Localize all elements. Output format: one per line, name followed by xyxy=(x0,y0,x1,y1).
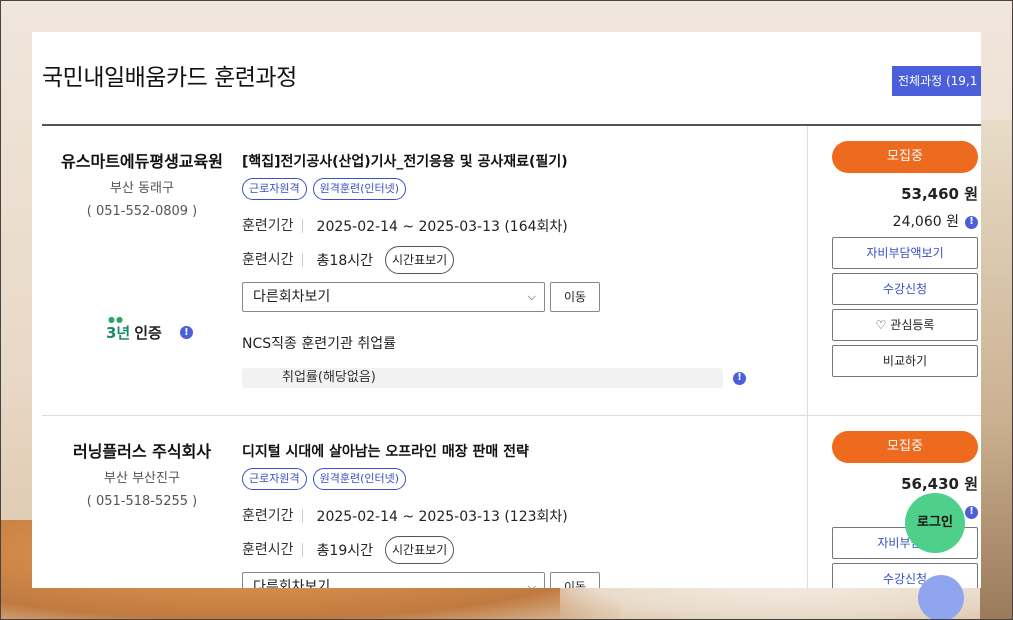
hours-label: 훈련시간 xyxy=(242,543,303,557)
course-details: 디지털 시대에 살아남는 오프라인 매장 판매 전략 근로자원격 원격훈련(인터… xyxy=(242,442,802,588)
price-self-row: 24,060 원 ! xyxy=(832,211,978,233)
apply-button[interactable]: 수강신청 xyxy=(832,273,978,305)
status-badge: 모집중 xyxy=(832,431,978,463)
price-total: 56,430 원 xyxy=(901,475,978,493)
price-self: 24,060 원 xyxy=(892,214,959,230)
course-card: 유스마트에듀평생교육원 부산 동래구 ( 051-552-0809 ) ●● 3년… xyxy=(42,126,981,416)
session-select-value: 다른회차보기 xyxy=(253,289,331,305)
page-title: 국민내일배움카드 훈련과정 xyxy=(42,65,297,91)
tab-all-courses[interactable]: 전체과정 (19,1 xyxy=(892,66,981,96)
course-actions: 모집중 53,460 원 24,060 원 ! 자비부담액보기 수강신청 ♡ 관심… xyxy=(832,141,978,377)
training-period: 훈련기간 2025-02-14 ~ 2025-03-13 (123회차) xyxy=(242,504,802,528)
wishlist-button[interactable]: ♡ 관심등록 xyxy=(832,309,978,341)
column-divider xyxy=(807,126,808,415)
background-photo-edge xyxy=(980,120,1013,620)
employment-rate-bar: 취업률(해당없음) xyxy=(242,368,723,388)
course-tags: 근로자원격 원격훈련(인터넷) xyxy=(242,468,802,490)
institution-phone: ( 051-552-0809 ) xyxy=(86,204,198,219)
period-label: 훈련기간 xyxy=(242,219,303,233)
period-value: 2025-02-14 ~ 2025-03-13 (164회차) xyxy=(316,219,568,235)
employment-rate-row: 취업률(해당없음) ! xyxy=(242,368,802,388)
period-value: 2025-02-14 ~ 2025-03-13 (123회차) xyxy=(316,509,568,525)
session-select[interactable]: 다른회차보기 ⌵ xyxy=(242,282,545,312)
timetable-button[interactable]: 시간표보기 xyxy=(385,246,455,274)
session-select-row: 다른회차보기 ⌵ 이동 xyxy=(242,572,802,588)
institution-region: 부산 부산진구 xyxy=(104,471,180,486)
course-title[interactable]: [핵집]전기공사(산업)기사_전기응용 및 공사재료(필기) xyxy=(242,152,802,172)
status-badge: 모집중 xyxy=(832,141,978,173)
course-list-panel: 국민내일배움카드 훈련과정 전체과정 (19,1 유스마트에듀평생교육원 부산 … xyxy=(32,32,981,588)
hours-value: 총19시간 xyxy=(316,543,373,559)
course-card: 러닝플러스 주식회사 부산 부산진구 ( 051-518-5255 ) 디지털 … xyxy=(42,416,981,588)
course-title[interactable]: 디지털 시대에 살아남는 오프라인 매장 판매 전략 xyxy=(242,442,802,462)
info-icon[interactable]: ! xyxy=(179,326,193,339)
tag-online-training: 원격훈련(인터넷) xyxy=(312,468,407,490)
institution-name[interactable]: 러닝플러스 주식회사 xyxy=(42,438,242,466)
tag-worker-remote: 근로자원격 xyxy=(242,178,307,200)
session-select-value: 다른회차보기 xyxy=(253,579,331,588)
institution-info: 러닝플러스 주식회사 부산 부산진구 ( 051-518-5255 ) xyxy=(42,438,242,514)
chevron-down-icon: ⌵ xyxy=(527,290,536,303)
institution-info: 유스마트에듀평생교육원 부산 동래구 ( 051-552-0809 ) xyxy=(42,148,242,224)
timetable-button[interactable]: 시간표보기 xyxy=(385,536,455,564)
cert-label: 인증 xyxy=(134,324,162,342)
ncs-employment-title: NCS직종 훈련기관 취업률 xyxy=(242,336,396,352)
institution-name[interactable]: 유스마트에듀평생교육원 xyxy=(42,148,242,176)
compare-button[interactable]: 비교하기 xyxy=(832,345,978,377)
login-button[interactable]: 로그인 xyxy=(905,493,965,553)
wishlist-label: 관심등록 xyxy=(890,318,935,332)
price-total: 53,460 원 xyxy=(901,185,978,203)
period-label: 훈련기간 xyxy=(242,509,303,523)
tag-online-training: 원격훈련(인터넷) xyxy=(312,178,407,200)
course-tags: 근로자원격 원격훈련(인터넷) xyxy=(242,178,802,200)
chevron-down-icon: ⌵ xyxy=(527,580,536,588)
heart-icon: ♡ xyxy=(875,318,887,332)
institution-phone: ( 051-518-5255 ) xyxy=(86,494,198,509)
session-select[interactable]: 다른회차보기 ⌵ xyxy=(242,572,545,588)
hours-value: 총18시간 xyxy=(316,253,373,269)
hours-label: 훈련시간 xyxy=(242,253,303,267)
tag-worker-remote: 근로자원격 xyxy=(242,468,307,490)
column-divider xyxy=(807,416,808,588)
floating-action-button[interactable] xyxy=(918,575,964,620)
move-button[interactable]: 이동 xyxy=(550,572,600,588)
course-details: [핵집]전기공사(산업)기사_전기응용 및 공사재료(필기) 근로자원격 원격훈… xyxy=(242,152,802,388)
training-hours: 훈련시간 총19시간 시간표보기 xyxy=(242,536,802,564)
training-period: 훈련기간 2025-02-14 ~ 2025-03-13 (164회차) xyxy=(242,214,802,238)
move-button[interactable]: 이동 xyxy=(550,282,600,312)
self-pay-button[interactable]: 자비부담액보기 xyxy=(832,237,978,269)
info-icon[interactable]: ! xyxy=(965,505,978,519)
info-icon[interactable]: ! xyxy=(733,371,746,385)
cert-3year-icon: ●● 3년 xyxy=(106,315,131,342)
certification-badge: ●● 3년 인증 ! xyxy=(106,315,193,343)
info-icon[interactable]: ! xyxy=(965,215,978,229)
session-select-row: 다른회차보기 ⌵ 이동 xyxy=(242,282,802,312)
institution-region: 부산 동래구 xyxy=(110,181,174,196)
training-hours: 훈련시간 총18시간 시간표보기 xyxy=(242,246,802,274)
